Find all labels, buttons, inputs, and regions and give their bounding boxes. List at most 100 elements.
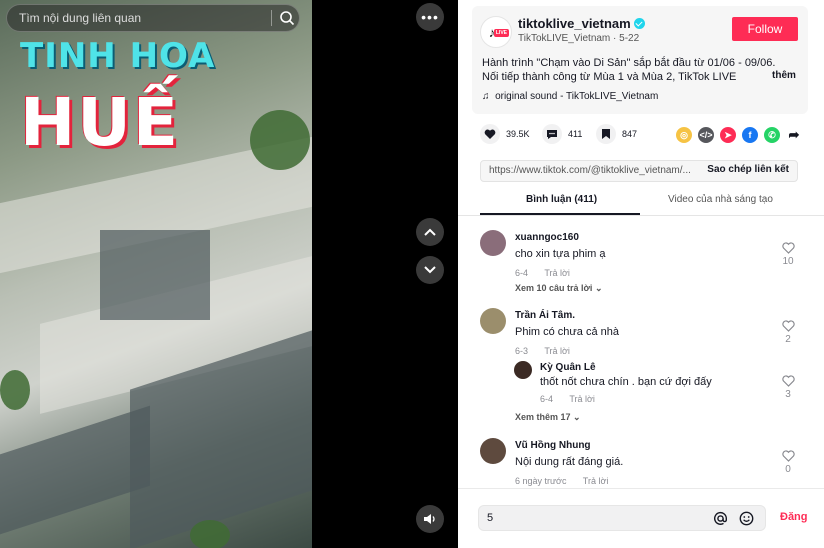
author-subtitle: TikTokLIVE_Vietnam · 5-22 bbox=[518, 33, 640, 44]
comment-text: Nội dung rất đáng giá. bbox=[515, 456, 624, 468]
more-dots-icon: ••• bbox=[421, 9, 439, 25]
chevron-up-icon bbox=[424, 228, 436, 236]
comment-author[interactable]: xuanngoc160 bbox=[515, 232, 579, 243]
view-replies-text: Xem 10 câu trả lời bbox=[515, 283, 593, 293]
sound-name: original sound - TikTokLIVE_Vietnam bbox=[495, 91, 659, 102]
save-count: 847 bbox=[622, 129, 638, 139]
send-icon[interactable]: ➤ bbox=[720, 127, 736, 143]
coin-icon[interactable]: ◎ bbox=[676, 127, 692, 143]
comment-text: thốt nốt chưa chín . bạn cứ đợi đấy bbox=[540, 376, 712, 388]
comment-meta: 6-3 Trả lời bbox=[515, 346, 584, 356]
search-input[interactable] bbox=[19, 5, 259, 31]
comment-meta: 6-4 Trả lời bbox=[515, 268, 584, 278]
avatar[interactable] bbox=[480, 230, 506, 256]
comment-like-button[interactable]: 0 bbox=[778, 450, 798, 475]
comment-author[interactable]: Kỳ Quân Lê bbox=[540, 362, 596, 373]
speaker-icon bbox=[424, 514, 435, 524]
heart-outline-icon bbox=[781, 320, 795, 332]
comment-text: cho xin tựa phim ạ bbox=[515, 248, 606, 260]
reply-button[interactable]: Trả lời bbox=[583, 476, 609, 486]
avatar[interactable] bbox=[514, 361, 532, 379]
avatar[interactable] bbox=[480, 438, 506, 464]
comment-like-button[interactable]: 2 bbox=[778, 320, 798, 345]
video-pavilion bbox=[100, 230, 210, 320]
chevron-down-icon: ⌄ bbox=[594, 283, 603, 293]
view-more-text: Xem thêm 17 bbox=[515, 412, 571, 422]
video-title-line1: TINH HOA bbox=[20, 36, 216, 76]
forward-icon[interactable]: ➦ bbox=[786, 127, 802, 143]
heart-icon bbox=[480, 124, 500, 144]
volume-button[interactable] bbox=[416, 505, 444, 533]
whatsapp-icon[interactable]: ✆ bbox=[764, 127, 780, 143]
comment-input[interactable] bbox=[487, 509, 707, 527]
embed-icon[interactable]: </> bbox=[698, 127, 714, 143]
post-description: Hành trình "Chạm vào Di Sản" sắp bắt đầu… bbox=[482, 57, 776, 83]
comment-date: 6-4 bbox=[515, 268, 529, 278]
save-action[interactable]: 847 bbox=[596, 124, 637, 144]
video-tree bbox=[190, 520, 230, 548]
copy-link-button[interactable]: Sao chép liên kết bbox=[707, 164, 789, 175]
mention-icon[interactable] bbox=[713, 511, 728, 526]
comment-input-box[interactable] bbox=[478, 505, 766, 531]
comment-text: Phim có chưa cả nhà bbox=[515, 326, 619, 338]
bookmark-icon bbox=[596, 124, 616, 144]
view-more-replies-link[interactable]: Xem thêm 17 ⌄ bbox=[515, 412, 581, 423]
comment-like-button[interactable]: 3 bbox=[778, 375, 798, 400]
reply-button[interactable]: Trả lời bbox=[544, 346, 570, 356]
active-tab-indicator bbox=[480, 213, 640, 215]
chevron-down-icon: ⌄ bbox=[573, 412, 581, 422]
like-action[interactable]: 39.5K bbox=[480, 124, 530, 144]
avatar[interactable] bbox=[480, 308, 506, 334]
action-bar: 39.5K 411 847 ◎ </> ➤ f ✆ ➦ bbox=[480, 124, 810, 148]
video-tree bbox=[250, 110, 310, 170]
comment-count: 411 bbox=[568, 129, 583, 139]
emoji-icon[interactable] bbox=[739, 511, 754, 526]
comment-meta: 6 ngày trước Trả lời bbox=[515, 476, 622, 486]
video-title-line2: HUẾ bbox=[20, 84, 180, 161]
video-player[interactable]: TINH HOA HUẾ bbox=[0, 0, 312, 548]
facebook-icon[interactable]: f bbox=[742, 127, 758, 143]
video-link-text[interactable]: https://www.tiktok.com/@tiktoklive_vietn… bbox=[489, 165, 695, 176]
tab-comments[interactable]: Bình luận (411) bbox=[526, 194, 597, 205]
comment-like-count: 10 bbox=[782, 256, 794, 267]
view-replies-link[interactable]: Xem 10 câu trả lời ⌄ bbox=[515, 283, 603, 294]
previous-video-button[interactable] bbox=[416, 218, 444, 246]
comment-author[interactable]: Trần Ái Tâm. bbox=[515, 310, 575, 321]
more-options-button[interactable]: ••• bbox=[416, 3, 444, 31]
sound-link[interactable]: ♫ original sound - TikTokLIVE_Vietnam bbox=[482, 91, 658, 102]
comment-input-bar: Đăng bbox=[458, 488, 824, 548]
comment-meta: 6-4 Trả lời bbox=[540, 394, 609, 404]
post-comment-button[interactable]: Đăng bbox=[780, 511, 808, 523]
search-icon[interactable] bbox=[279, 10, 295, 26]
details-panel: ♪ LIVE tiktoklive_vietnam TikTokLIVE_Vie… bbox=[458, 0, 824, 548]
comment-author[interactable]: Vũ Hồng Nhung bbox=[515, 440, 591, 451]
video-tree bbox=[0, 370, 30, 410]
follow-button[interactable]: Follow bbox=[732, 17, 798, 41]
comment-like-count: 3 bbox=[785, 389, 791, 400]
author-username[interactable]: tiktoklive_vietnam bbox=[518, 16, 645, 31]
comment-date: 6-4 bbox=[540, 394, 554, 404]
tab-creator-videos[interactable]: Video của nhà sáng tạo bbox=[668, 194, 773, 205]
author-info-card: ♪ LIVE tiktoklive_vietnam TikTokLIVE_Vie… bbox=[472, 6, 808, 114]
next-video-button[interactable] bbox=[416, 256, 444, 284]
author-avatar[interactable]: ♪ LIVE bbox=[480, 16, 512, 48]
video-wall bbox=[0, 405, 150, 535]
heart-outline-icon bbox=[781, 450, 795, 462]
comment-date: 6 ngày trước bbox=[515, 476, 567, 486]
link-box: https://www.tiktok.com/@tiktoklive_vietn… bbox=[480, 160, 798, 182]
comment-like-count: 2 bbox=[785, 334, 791, 345]
comment-like-button[interactable]: 10 bbox=[778, 242, 798, 267]
related-search-box[interactable] bbox=[6, 4, 300, 32]
comment-action[interactable]: 411 bbox=[542, 124, 582, 144]
comment-date: 6-3 bbox=[515, 346, 529, 356]
heart-outline-icon bbox=[781, 375, 795, 387]
live-badge: LIVE bbox=[493, 29, 509, 37]
comment-like-count: 0 bbox=[785, 464, 791, 475]
see-more-link[interactable]: thêm bbox=[772, 70, 796, 81]
reply-button[interactable]: Trả lời bbox=[544, 268, 570, 278]
music-note-icon: ♫ bbox=[482, 91, 490, 102]
heart-outline-icon bbox=[781, 242, 795, 254]
comment-icon bbox=[542, 124, 562, 144]
reply-button[interactable]: Trả lời bbox=[569, 394, 595, 404]
chevron-down-icon bbox=[424, 266, 436, 274]
